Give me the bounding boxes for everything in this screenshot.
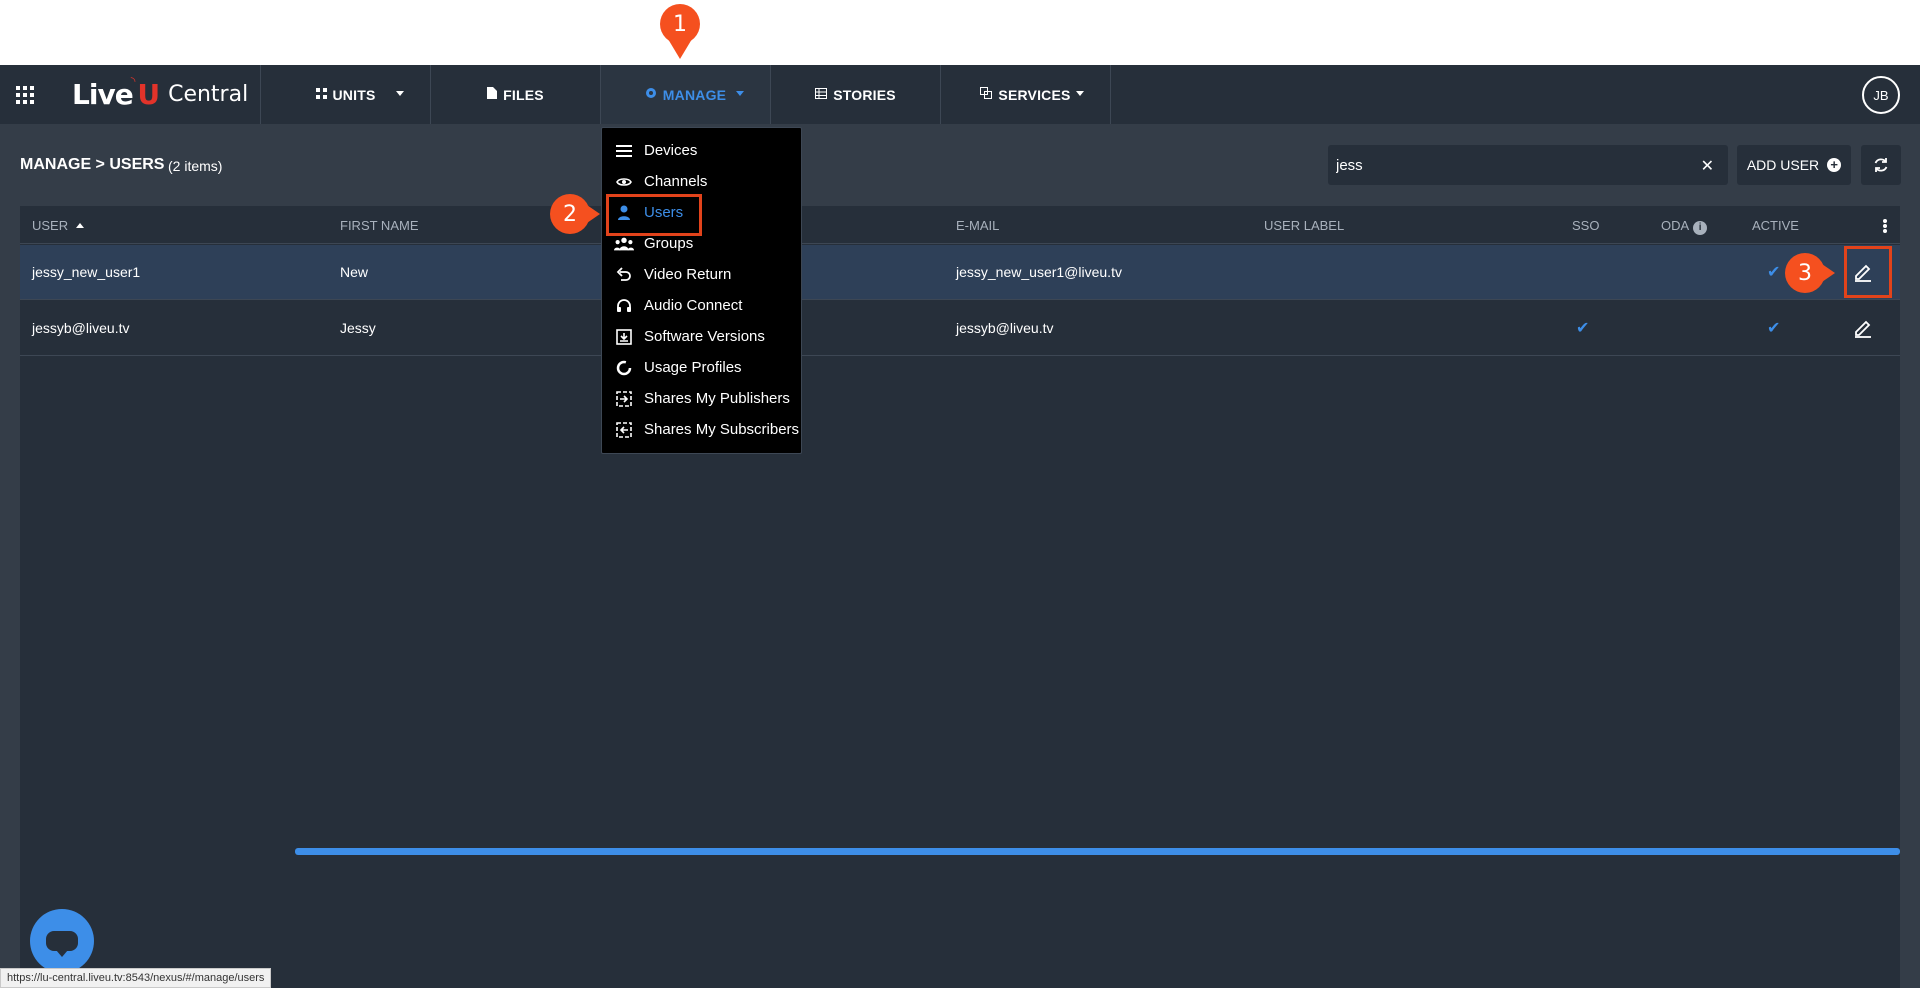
download-icon [614, 327, 634, 347]
menu-item-audio-connect[interactable]: Audio Connect [602, 290, 802, 321]
circle-icon [614, 358, 634, 378]
cell-first-name: Jessy [340, 320, 376, 336]
table-row[interactable]: jessyb@liveu.tv Jessy jessyb@liveu.tv ✔ … [20, 301, 1900, 356]
logo-live-text: Live [72, 78, 134, 111]
main-content: MANAGE > USERS (2 items) ✕ ADD USER + US… [0, 124, 1920, 988]
eye-icon [614, 172, 634, 192]
edit-pencil-icon[interactable] [1852, 317, 1874, 339]
tab-services[interactable]: SERVICES [940, 65, 1110, 124]
refresh-button[interactable] [1861, 145, 1901, 185]
add-user-label: ADD USER [1746, 157, 1820, 173]
callout-3-pointer [1819, 262, 1835, 284]
return-icon [614, 265, 634, 285]
cell-user: jessy_new_user1 [32, 264, 141, 280]
apps-grid-button[interactable] [0, 65, 50, 124]
plus-circle-icon: + [1827, 158, 1842, 172]
chat-support-button[interactable] [30, 909, 94, 973]
cell-email: jessyb@liveu.tv [956, 320, 1054, 336]
headset-icon [614, 296, 634, 316]
sso-check-icon: ✔ [1576, 320, 1590, 337]
tab-stories[interactable]: STORIES [770, 65, 940, 124]
tab-files-label: FILES [503, 86, 544, 103]
column-options-icon[interactable] [1882, 218, 1888, 234]
tab-units[interactable]: UNITS [260, 65, 430, 124]
chevron-down-icon[interactable] [396, 91, 404, 96]
column-header-first-name[interactable]: FIRST NAME [340, 218, 419, 233]
logo-central-text: Central [168, 82, 249, 107]
callout-1-marker: 1 [660, 4, 700, 44]
add-user-button[interactable]: ADD USER + [1737, 145, 1851, 185]
active-check-icon: ✔ [1767, 320, 1781, 337]
close-icon[interactable]: ✕ [1701, 156, 1714, 176]
tab-units-label: UNITS [332, 86, 376, 103]
manage-dropdown-menu: Devices Channels Users Groups Video Retu… [601, 127, 802, 454]
chat-bubble-icon [46, 931, 78, 957]
tab-manage-label: MANAGE [662, 86, 727, 103]
status-bar-url: https://lu-central.liveu.tv:8543/nexus/#… [0, 968, 272, 988]
grid-icon [315, 87, 327, 102]
menu-item-devices[interactable]: Devices [602, 135, 802, 166]
menu-item-channels[interactable]: Channels [602, 166, 802, 197]
table-header: USER FIRST NAME E-MAIL USER LABEL SSO OD… [20, 206, 1900, 244]
tab-manage[interactable]: MANAGE [600, 65, 770, 124]
top-navbar: Live ◝ U Central UNITS FILES MANAGE STORIE… [0, 65, 1920, 124]
callout-3-highlight [1844, 246, 1892, 298]
search-input[interactable] [1336, 156, 1676, 174]
chevron-down-icon[interactable] [1076, 91, 1084, 96]
logo-wave-icon: ◝ [130, 73, 136, 88]
share-subscribe-icon [614, 420, 634, 440]
table-icon [815, 87, 828, 102]
refresh-icon [1874, 158, 1888, 172]
cell-email: jessy_new_user1@liveu.tv [956, 264, 1122, 280]
callout-2-pointer [584, 203, 600, 225]
item-count: (2 items) [168, 158, 223, 174]
column-header-oda[interactable]: ODA i [1661, 218, 1708, 235]
column-header-active[interactable]: ACTIVE [1752, 218, 1799, 233]
user-avatar[interactable]: JB [1862, 76, 1900, 114]
column-header-user[interactable]: USER [32, 218, 85, 233]
sort-asc-icon [76, 223, 85, 228]
info-icon[interactable]: i [1693, 221, 1708, 235]
services-icon [980, 87, 993, 102]
menu-item-software-versions[interactable]: Software Versions [602, 321, 802, 352]
top-blank-area [0, 0, 1920, 65]
search-field[interactable]: ✕ [1328, 145, 1728, 185]
list-icon [614, 141, 634, 161]
tab-files[interactable]: FILES [430, 65, 600, 124]
loading-progress-bar [295, 848, 1900, 855]
tab-services-label: SERVICES [998, 86, 1071, 103]
callout-1-pointer [668, 39, 692, 59]
active-check-icon: ✔ [1767, 264, 1781, 281]
tab-stories-label: STORIES [833, 86, 896, 103]
navbar-divider [1110, 65, 1111, 124]
column-header-user-label[interactable]: USER LABEL [1264, 218, 1344, 233]
page-title: MANAGE > USERS [20, 156, 165, 173]
cell-user: jessyb@liveu.tv [32, 320, 130, 336]
column-header-sso[interactable]: SSO [1572, 218, 1599, 233]
users-table: USER FIRST NAME E-MAIL USER LABEL SSO OD… [20, 206, 1900, 988]
gear-icon [645, 87, 657, 102]
column-header-email[interactable]: E-MAIL [956, 218, 999, 233]
file-icon [487, 87, 498, 102]
chevron-down-icon[interactable] [736, 91, 744, 96]
share-publish-icon [614, 389, 634, 409]
apps-grid-icon [16, 85, 34, 104]
cell-first-name: New [340, 264, 369, 280]
group-icon [614, 234, 634, 254]
menu-item-usage-profiles[interactable]: Usage Profiles [602, 352, 802, 383]
liveu-logo[interactable]: Live ◝ U Central [50, 65, 260, 124]
menu-item-video-return[interactable]: Video Return [602, 259, 802, 290]
menu-item-shares-my-publishers[interactable]: Shares My Publishers [602, 383, 802, 414]
callout-2-highlight [606, 194, 702, 236]
table-row[interactable]: jessy_new_user1 New jessy_new_user1@live… [20, 245, 1900, 300]
menu-item-shares-my-subscribers[interactable]: Shares My Subscribers [602, 414, 802, 445]
logo-u-text: U [137, 78, 161, 111]
